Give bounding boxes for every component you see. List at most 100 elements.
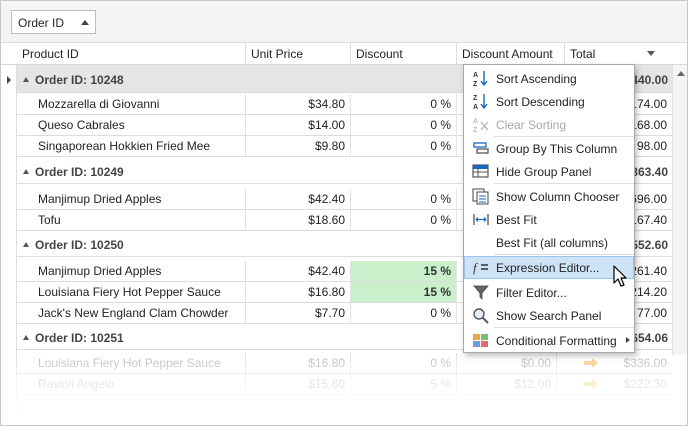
column-header-label: Discount Amount [462, 47, 553, 61]
vertical-scrollbar[interactable] [672, 65, 687, 355]
cell-discount-amount[interactable]: $0.00 [457, 353, 557, 373]
menu-item-best-fit[interactable]: Best Fit [464, 208, 634, 231]
group-chip-order-id[interactable]: Order ID [11, 10, 96, 34]
cell-unit-price[interactable]: $18.60 [246, 210, 351, 230]
menu-item-label: Show Search Panel [496, 309, 602, 323]
collapse-icon[interactable] [23, 242, 29, 247]
cell-discount-amount[interactable]: $12.00 [457, 374, 557, 394]
group-row-total: 440.00 [631, 73, 668, 87]
sort-ascending-icon: A Z [473, 71, 488, 87]
menu-separator [494, 254, 634, 255]
cell-product[interactable]: Singaporean Hokkien Fried Mee [33, 136, 246, 156]
cell-product[interactable]: Louisiana Fiery Hot Pepper Sauce [33, 353, 246, 373]
cell-unit-price[interactable]: $42.40 [246, 261, 351, 281]
group-row-total: 654.06 [631, 331, 668, 345]
cell-product[interactable]: Louisiana Fiery Hot Pepper Sauce [33, 282, 246, 302]
menu-item-label: Sort Descending [496, 95, 585, 109]
cell-product[interactable]: Manjimup Dried Apples [33, 189, 246, 209]
cell-discount[interactable]: 0 % [351, 189, 457, 209]
menu-item-label: Filter Editor... [496, 286, 567, 300]
sort-descending-icon: Z A [473, 94, 488, 110]
cell-unit-price[interactable]: $16.80 [246, 282, 351, 302]
column-header-unit-price[interactable]: Unit Price [246, 43, 351, 65]
scroll-up-icon[interactable] [677, 71, 685, 76]
cell-discount[interactable]: 0 % [351, 94, 457, 114]
collapse-icon[interactable] [23, 335, 29, 340]
table-row[interactable]: Ravioli Angelo $15.60 5 % $12.00 $222.30 [17, 374, 672, 395]
cell-unit-price[interactable]: $9.80 [246, 136, 351, 156]
menu-item-label: Sort Ascending [496, 72, 577, 86]
column-header-total[interactable]: Total [565, 43, 673, 65]
cell-total[interactable]: $222.30 [565, 374, 672, 394]
column-header-discount[interactable]: Discount [351, 43, 457, 65]
expression-editor-icon: f [473, 260, 488, 275]
menu-item-label: Expression Editor... [496, 261, 600, 275]
cell-discount[interactable]: 0 % [351, 353, 457, 373]
cell-discount[interactable]: 0 % [351, 115, 457, 135]
best-fit-icon [473, 214, 489, 225]
menu-item-clear-sorting: A Z Clear Sorting [464, 113, 634, 136]
group-row-title: Order ID: 10249 [35, 165, 124, 179]
menu-item-show-search-panel[interactable]: Show Search Panel [464, 304, 634, 327]
cell-product[interactable]: Jack's New England Clam Chowder [33, 303, 246, 323]
menu-item-show-column-chooser[interactable]: Show Column Chooser [464, 185, 634, 208]
svg-text:Z: Z [473, 81, 478, 87]
column-header-row: Product ID Unit Price Discount Discount … [1, 43, 687, 65]
cell-total[interactable]: $336.00 [565, 353, 672, 373]
svg-text:f: f [473, 260, 479, 275]
menu-item-group-by-column[interactable]: Group By This Column [464, 137, 634, 160]
sort-ascending-arrow-icon [81, 20, 89, 25]
search-icon [473, 308, 489, 324]
cell-product[interactable]: Manjimup Dried Apples [33, 261, 246, 281]
svg-text:A: A [473, 72, 478, 79]
column-header-label: Product ID [22, 47, 79, 61]
cell-product[interactable]: Tofu [33, 210, 246, 230]
menu-item-sort-ascending[interactable]: A Z Sort Ascending [464, 67, 634, 90]
column-context-menu: A Z Sort Ascending Z A Sort Descending A… [463, 64, 635, 353]
svg-text:A: A [473, 104, 478, 110]
column-header-discount-amount[interactable]: Discount Amount [457, 43, 565, 65]
cell-discount[interactable]: 0 % [351, 136, 457, 156]
cell-unit-price[interactable]: $15.60 [246, 374, 351, 394]
menu-item-filter-editor[interactable]: Filter Editor... [464, 281, 634, 304]
menu-separator [494, 327, 634, 328]
cell-discount[interactable]: 5 % [351, 374, 457, 394]
menu-item-label: Group By This Column [496, 142, 618, 156]
cell-unit-price[interactable]: $16.80 [246, 353, 351, 373]
group-panel: Order ID [1, 1, 687, 43]
menu-item-hide-group-panel[interactable]: Hide Group Panel [464, 160, 634, 183]
svg-text:Z: Z [473, 127, 478, 133]
svg-text:Z: Z [473, 95, 478, 102]
table-row[interactable]: Louisiana Fiery Hot Pepper Sauce $16.80 … [17, 353, 672, 374]
cell-unit-price[interactable]: $34.80 [246, 94, 351, 114]
group-chip-label: Order ID [18, 16, 65, 30]
cell-discount[interactable]: 0 % [351, 210, 457, 230]
submenu-arrow-icon [626, 337, 630, 343]
menu-item-conditional-formatting[interactable]: Conditional Formatting [464, 329, 634, 352]
menu-item-label: Hide Group Panel [496, 165, 592, 179]
column-header-label: Discount [356, 47, 403, 61]
cell-discount-highlighted[interactable]: 15 % [351, 261, 457, 281]
menu-item-sort-descending[interactable]: Z A Sort Descending [464, 90, 634, 113]
menu-item-expression-editor[interactable]: f Expression Editor... [464, 256, 634, 279]
group-row-total: 863.40 [631, 165, 668, 179]
menu-item-label: Show Column Chooser [496, 190, 620, 204]
collapse-icon[interactable] [23, 169, 29, 174]
menu-item-label: Clear Sorting [496, 118, 567, 132]
conditional-formatting-icon [473, 334, 488, 347]
collapse-icon[interactable] [23, 77, 29, 82]
cell-product[interactable]: Ravioli Angelo [33, 374, 246, 394]
menu-item-label: Best Fit [496, 213, 537, 227]
menu-item-best-fit-all-columns[interactable]: Best Fit (all columns) [464, 231, 634, 254]
group-row-title: Order ID: 10248 [35, 73, 124, 87]
cell-unit-price[interactable]: $7.70 [246, 303, 351, 323]
column-header-label: Unit Price [251, 47, 304, 61]
cell-unit-price[interactable]: $42.40 [246, 189, 351, 209]
cell-discount[interactable]: 0 % [351, 303, 457, 323]
cell-discount-highlighted[interactable]: 15 % [351, 282, 457, 302]
cell-product[interactable]: Mozzarella di Giovanni [33, 94, 246, 114]
column-header-product-id[interactable]: Product ID [17, 43, 246, 65]
cell-product[interactable]: Queso Cabrales [33, 115, 246, 135]
cell-unit-price[interactable]: $14.00 [246, 115, 351, 135]
column-filter-dropdown-icon[interactable] [647, 51, 655, 56]
